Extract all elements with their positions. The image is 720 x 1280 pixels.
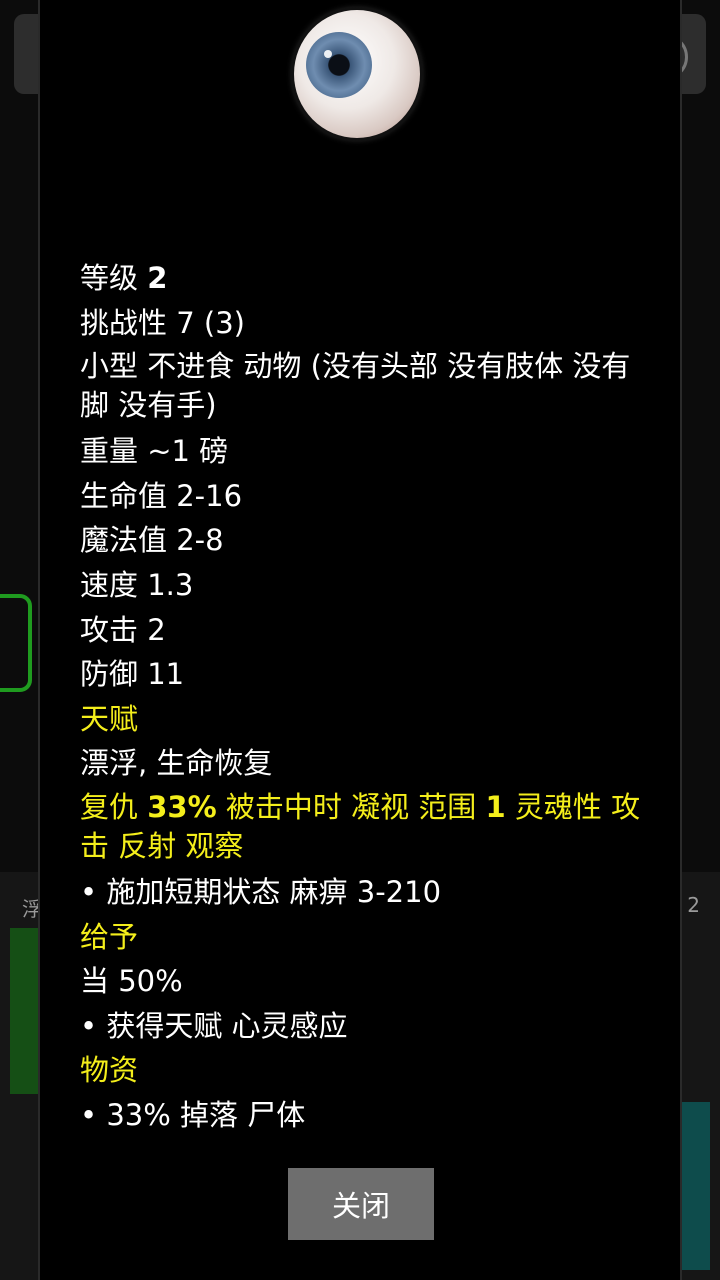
grant-chance: 当 50% (80, 964, 183, 999)
talent-effect: • 施加短期状态 麻痹 3-210 (80, 874, 442, 909)
level-label: 等级 (80, 261, 139, 295)
eyeball-iris (306, 32, 372, 98)
hp-line: 生命值 2-16 (80, 478, 243, 513)
revenge-line: 复仇 33% 被击中时 凝视 范围 1 灵魂性 攻击 反射 观察 (80, 788, 650, 866)
revenge-pct: 33% (147, 789, 217, 824)
grant-header: 给予 (80, 919, 139, 954)
monster-info-dialog: 等级 2 挑战性 7 (3) 小型 不进食 动物 (没有头部 没有肢体 没有脚 … (38, 0, 682, 1280)
level-line: 等级 2 (80, 256, 650, 301)
revenge-text-2: 被击中时 凝视 范围 (216, 789, 486, 824)
green-frame-icon (0, 594, 32, 692)
eyeball-glint (324, 50, 332, 58)
mp-line: 魔法值 2-8 (80, 523, 224, 558)
challenge-line: 挑战性 7 (3) (80, 305, 245, 340)
grant-effect: • 获得天赋 心灵感应 (80, 1008, 348, 1043)
revenge-text-1: 复仇 (80, 789, 148, 824)
loot-header: 物资 (80, 1053, 139, 1088)
type-line: 小型 不进食 动物 (没有头部 没有肢体 没有脚 没有手) (80, 349, 631, 423)
speed-line: 速度 1.3 (80, 567, 194, 602)
loot-item: • 33% 掉落 尸体 (80, 1097, 306, 1132)
talent-header: 天赋 (80, 701, 139, 736)
eyeball-icon (294, 10, 420, 138)
weight-line: 重量 ~1 磅 (80, 434, 229, 469)
revenge-range: 1 (485, 789, 506, 824)
defense-line: 防御 11 (80, 657, 185, 692)
level-value: 2 (147, 261, 168, 295)
attack-line: 攻击 2 (80, 612, 166, 647)
stats-list: 等级 2 挑战性 7 (3) 小型 不进食 动物 (没有头部 没有肢体 没有脚 … (80, 256, 650, 1138)
background-right-label: 2 (687, 893, 700, 917)
close-button[interactable]: 关闭 (288, 1168, 434, 1240)
talent-list: 漂浮, 生命恢复 (80, 746, 273, 781)
